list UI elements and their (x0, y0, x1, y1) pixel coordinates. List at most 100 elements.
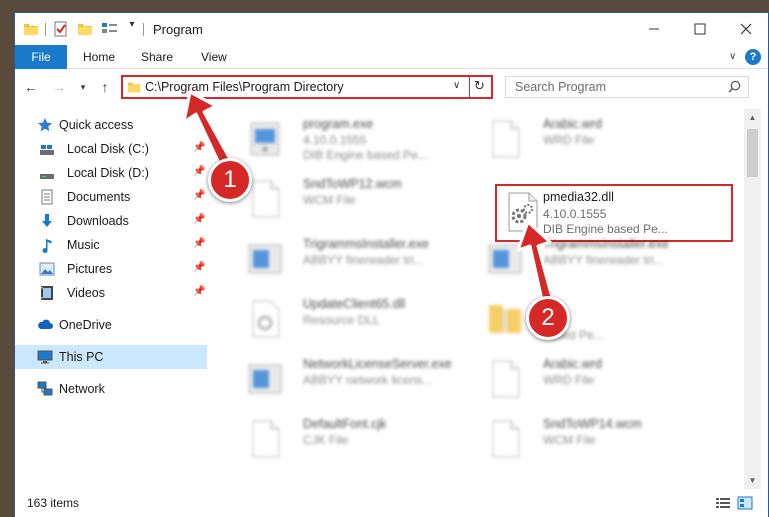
maximize-button[interactable] (677, 13, 723, 45)
details-view-icon[interactable] (715, 496, 731, 513)
list-item[interactable]: SndToWP12.wcm WCM File (233, 171, 473, 229)
forward-arrow-icon[interactable]: → (49, 77, 69, 97)
file-name: Arabic.wrd (543, 357, 603, 371)
separator (143, 23, 144, 36)
list-item[interactable]: Arabic.wrd WRD File (473, 111, 713, 169)
pin-icon[interactable]: 📌 (193, 142, 205, 153)
file-icon (483, 117, 527, 161)
address-dropdown-chevron-icon[interactable]: ∨ (453, 80, 460, 91)
vertical-scrollbar[interactable]: ▲ ▼ (744, 109, 761, 489)
title-bar: ▾ Program (15, 13, 768, 45)
separator (469, 77, 470, 97)
refresh-icon[interactable]: ↻ (474, 78, 485, 94)
drive-icon (39, 165, 55, 181)
list-item[interactable]: Arabic.wrd WRD File (473, 351, 713, 409)
pin-icon[interactable]: 📌 (193, 262, 205, 273)
address-path[interactable]: C:\Program Files\Program Directory (145, 80, 344, 94)
tab-share[interactable]: Share (141, 50, 173, 64)
file-type: WRD File (543, 373, 595, 387)
installer-icon (483, 237, 527, 281)
scroll-up-arrow-icon[interactable]: ▲ (744, 109, 761, 126)
sidebar-item-label: Local Disk (D:) (67, 166, 149, 180)
list-item[interactable]: SndToWP14.wcm WCM File (473, 411, 713, 469)
pin-icon[interactable]: 📌 (193, 238, 205, 249)
close-icon (740, 23, 752, 35)
search-icon[interactable] (728, 80, 741, 96)
recent-locations-chevron-icon[interactable]: ▾ (73, 77, 93, 97)
status-bar: 163 items (15, 489, 768, 517)
file-name: program.exe (303, 117, 374, 131)
sidebar-item-downloads[interactable]: Downloads 📌 (15, 209, 207, 233)
list-item[interactable]: TrigrammsInstaller.exe ABBYY finereader … (473, 231, 713, 289)
view-options-icon[interactable] (101, 21, 117, 37)
scroll-down-arrow-icon[interactable]: ▼ (744, 472, 761, 489)
minimize-icon (649, 28, 659, 30)
pin-icon[interactable]: 📌 (193, 166, 205, 177)
sidebar-item-videos[interactable]: Videos 📌 (15, 281, 207, 305)
documents-icon (39, 189, 55, 205)
navigation-pane: Quick access Local Disk (C:) 📌 Local Dis… (15, 109, 207, 489)
installer-icon (243, 357, 287, 401)
search-input[interactable]: Search Program (515, 80, 606, 94)
item-count: 163 items (27, 496, 80, 510)
sidebar-item-network[interactable]: Network (15, 377, 207, 401)
list-item[interactable]: UpdateClient65.dll Resource DLL (233, 291, 473, 349)
installer-icon (243, 237, 287, 281)
pin-icon[interactable]: 📌 (193, 190, 205, 201)
list-item[interactable]: DefaultFont.cjk CJK File (233, 411, 473, 469)
network-icon (37, 381, 53, 397)
expand-ribbon-chevron-icon[interactable]: ∨ (729, 51, 736, 62)
sidebar-item-label: OneDrive (59, 318, 112, 332)
tab-view[interactable]: View (201, 50, 227, 64)
scroll-thumb[interactable] (747, 129, 758, 177)
sidebar-item-label: This PC (59, 350, 104, 364)
list-item[interactable]: NetworkLicenseServer.exe ABBYY network l… (233, 351, 473, 409)
close-button[interactable] (723, 13, 769, 45)
sidebar-item-label: Local Disk (C:) (67, 142, 149, 156)
properties-check-icon[interactable] (53, 21, 69, 37)
file-type: CJK File (303, 433, 349, 447)
navigation-bar: ← → ▾ ↑ C:\Program Files\Program Directo… (15, 71, 768, 103)
sidebar-item-music[interactable]: Music 📌 (15, 233, 207, 257)
file-name: TrigrammsInstaller.exe (303, 237, 429, 251)
minimize-button[interactable] (631, 13, 677, 45)
back-arrow-icon[interactable]: ← (21, 77, 41, 97)
sidebar-item-label: Downloads (67, 214, 129, 228)
file-name: SndToWP14.wcm (543, 417, 642, 431)
drive-icon (39, 141, 55, 157)
new-folder-icon[interactable] (77, 21, 93, 37)
sidebar-item-label: Music (67, 238, 100, 252)
music-icon (39, 237, 55, 254)
sidebar-item-onedrive[interactable]: OneDrive (15, 313, 207, 337)
sidebar-item-quick-access[interactable]: Quick access (15, 113, 207, 137)
tab-file[interactable]: File (15, 45, 67, 69)
sidebar-item-local-disk-d[interactable]: Local Disk (D:) 📌 (15, 161, 207, 185)
folder-icon[interactable] (23, 21, 39, 37)
list-item[interactable]: 1555 based Pe... (473, 291, 713, 349)
search-box[interactable]: Search Program (505, 76, 749, 98)
file-type: WCM File (543, 433, 596, 447)
videos-icon (39, 285, 55, 301)
pictures-icon (39, 261, 55, 277)
tab-home[interactable]: Home (83, 50, 115, 64)
sidebar-item-label: Quick access (59, 118, 134, 132)
list-item[interactable]: TrigrammsInstaller.exe ABBYY finereader … (233, 231, 473, 289)
up-arrow-icon[interactable]: ↑ (95, 77, 115, 97)
download-icon (39, 213, 55, 229)
tiles-view-icon[interactable] (737, 496, 753, 513)
explorer-window: ▾ Program File Home Share View ∨ ? ← → ▾… (14, 12, 769, 517)
list-item[interactable]: program.exe 4.10.0.1555 DIB Engine based… (233, 111, 473, 169)
pin-icon[interactable]: 📌 (193, 286, 205, 297)
sidebar-item-pictures[interactable]: Pictures 📌 (15, 257, 207, 281)
pin-icon[interactable]: 📌 (193, 214, 205, 225)
sidebar-item-documents[interactable]: Documents 📌 (15, 185, 207, 209)
file-version: 4.10.0.1555 (543, 207, 607, 221)
file-description: ABBYY network licens... (303, 373, 433, 387)
address-bar[interactable]: C:\Program Files\Program Directory ∨ ↻ (121, 75, 493, 99)
help-icon[interactable]: ? (745, 49, 761, 65)
folder-icon (127, 80, 141, 97)
sidebar-item-local-disk-c[interactable]: Local Disk (C:) 📌 (15, 137, 207, 161)
file-description: ABBYY finereader tri... (303, 253, 424, 267)
sidebar-item-this-pc[interactable]: This PC (15, 345, 207, 369)
chevron-down-icon[interactable]: ▾ (127, 19, 137, 35)
